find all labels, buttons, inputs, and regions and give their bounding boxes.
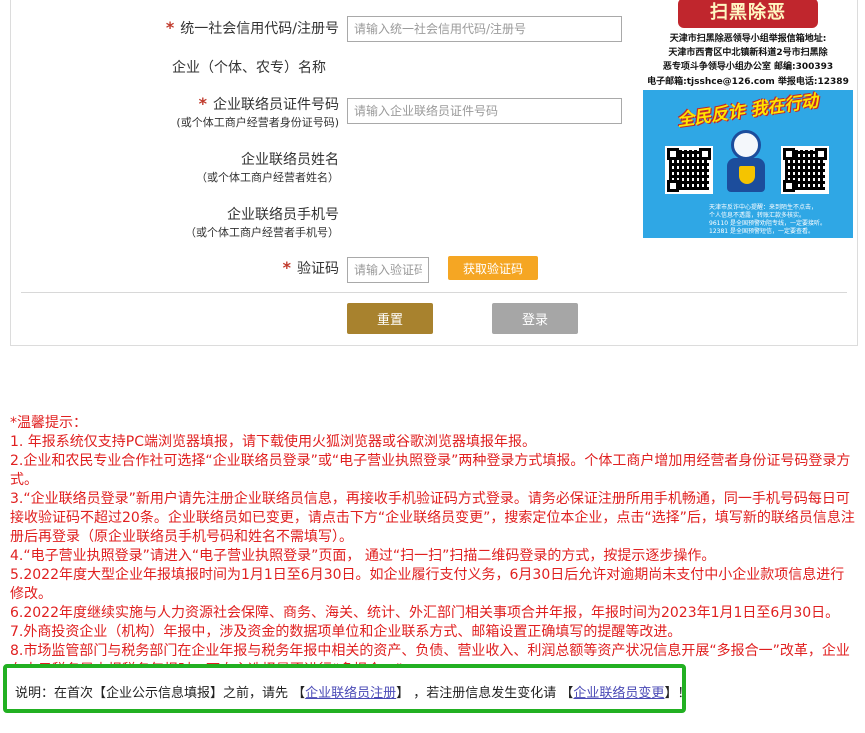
reset-button[interactable]: 重置 (347, 303, 433, 334)
liaison-register-link[interactable]: 企业联络员注册 (305, 686, 396, 701)
notice-line: *温馨提示： (10, 415, 87, 431)
registration-note-box: 说明：在首次【企业公示信息填报】之前，请先 【企业联络员注册】 ，若注册信息发生… (3, 664, 690, 713)
required-mark: * (282, 258, 291, 277)
liaison-change-link[interactable]: 企业联络员变更 (573, 686, 664, 701)
police-mascot-icon (723, 130, 769, 194)
poster-header: 扫黑除恶 天津市扫黑除恶领导小组举报信箱地址: 天津市西青区中北镇新科道2号市扫… (643, 0, 853, 90)
notice-line: 6.2022年度继续实施与人力资源社会保障、商务、海关、统计、外汇部门相关事项合… (10, 605, 840, 621)
notice-line: 1. 年报系统仅支持PC端浏览器填报，请下载使用火狐浏览器或谷歌浏览器填报年报。 (10, 434, 537, 450)
poster-line: 恶专项斗争领导小组办公室 邮编:300393 (662, 62, 834, 72)
anti-fraud-banner: 全民反诈 我在行动 天津市反诈中心提醒：来到陌生不点击， 个人信息不透露，转账汇… (643, 90, 853, 238)
liaison-id-sublabel: (或个体工商户经营者身份证号码) (176, 116, 339, 129)
liaison-id-label: * 企业联络员证件号码 (198, 94, 339, 113)
poster-small-text: 12381 是全国预警短信，一定要查看。 (709, 228, 814, 235)
notice-line: 7.外商投资企业（机构）年报中，涉及资金的数据项单位和企业联系方式、邮箱设置正确… (10, 624, 682, 640)
liaison-id-input[interactable] (347, 98, 622, 124)
qr-code-icon (665, 146, 713, 194)
company-name-label: 企业（个体、农专）名称 (172, 60, 326, 76)
captcha-input[interactable] (347, 257, 429, 283)
liaison-phone-sublabel: （或个体工商户经营者手机号） (185, 226, 339, 239)
notice-line: 4.“电子营业执照登录”请进入“电子营业执照登录”页面， 通过“扫一扫”扫描二维… (10, 548, 716, 564)
login-form-panel: *统一社会信用代码/注册号 企业（个体、农专）名称 *企业联络员证件号码 (或个… (10, 0, 858, 346)
notice-line: 5.2022年度大型企业年报填报时间为1月1日至6月30日。如企业履行支付义务，… (10, 567, 845, 602)
liaison-name-label: 企业联络员姓名 (241, 152, 339, 168)
notice-line: 3.“企业联络员登录”新用户请先注册企业联络员信息，再接收手机验证码方式登录。请… (10, 491, 855, 545)
poster-line: 电子邮箱:tjsshce@126.com 举报电话:12389 (647, 77, 849, 87)
qr-code-icon (781, 146, 829, 194)
required-mark: * (165, 18, 175, 37)
captcha-label: * 验证码 (282, 258, 339, 277)
credit-code-input[interactable] (347, 16, 622, 42)
notice-line: 2.企业和农民专业合作社可选择“企业联络员登录”或“电子营业执照登录”两种登录方… (10, 453, 851, 488)
poster-line: 天津市扫黑除恶领导小组举报信箱地址: (669, 34, 827, 44)
notice-section: *温馨提示： 1. 年报系统仅支持PC端浏览器填报，请下载使用火狐浏览器或谷歌浏… (10, 414, 858, 680)
required-mark: * (198, 94, 207, 113)
liaison-name-sublabel: （或个体工商户经营者姓名） (196, 171, 339, 184)
liaison-phone-label: 企业联络员手机号 (227, 207, 339, 223)
credit-code-label: * 统一社会信用代码/注册号 (165, 18, 339, 37)
get-code-button[interactable]: 获取验证码 (448, 256, 538, 280)
poster-title: 扫黑除恶 (678, 0, 818, 28)
poster-line: 天津市西青区中北镇新科道2号市扫黑除 (668, 48, 828, 58)
registration-note: 说明：在首次【企业公示信息填报】之前，请先 【企业联络员注册】 ，若注册信息发生… (15, 686, 691, 701)
anti-crime-poster: 扫黑除恶 天津市扫黑除恶领导小组举报信箱地址: 天津市西青区中北镇新科道2号市扫… (643, 0, 853, 238)
divider (21, 292, 847, 293)
login-button[interactable]: 登录 (492, 303, 578, 334)
